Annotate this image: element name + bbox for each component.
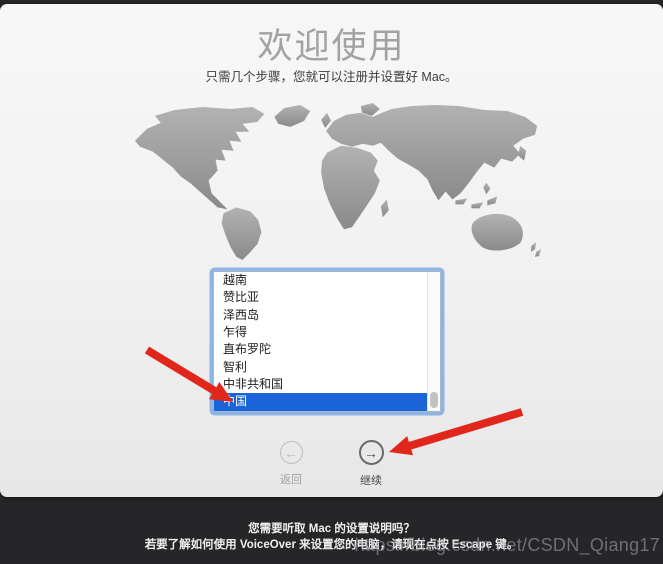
continue-arrow-glyph: → <box>364 445 378 461</box>
list-item-china-selected[interactable]: 中国 <box>214 393 427 410</box>
continue-arrow-icon: → <box>359 440 384 465</box>
page-subtitle: 只需几个步骤，您就可以注册并设置好 Mac。 <box>0 66 663 85</box>
back-button[interactable]: ← 返回 <box>267 441 315 487</box>
footer-line-2: 若要了解如何使用 VoiceOver 来设置您的电脑，请现在点按 Escape … <box>0 537 663 553</box>
voiceover-footer: 您需要听取 Mac 的设置说明吗？ 若要了解如何使用 VoiceOver 来设置… <box>0 521 663 553</box>
list-item-chile[interactable]: 智利 <box>214 359 427 376</box>
list-item-central-african-republic[interactable]: 中非共和国 <box>214 376 427 393</box>
world-map-image <box>131 101 549 262</box>
country-listbox[interactable]: 越南 赞比亚 泽西岛 乍得 直布罗陀 智利 中非共和国 中国 <box>213 271 441 412</box>
back-arrow-glyph: ← <box>284 445 298 461</box>
scrollbar-track[interactable] <box>427 272 440 411</box>
list-item-jersey[interactable]: 泽西岛 <box>214 307 427 324</box>
scrollbar-thumb[interactable] <box>430 392 438 408</box>
country-list-rows: 越南 赞比亚 泽西岛 乍得 直布罗陀 智利 中非共和国 中国 <box>214 272 427 411</box>
screen: 欢迎使用 只需几个步骤，您就可以注册并设置好 Mac。 <box>0 0 663 564</box>
list-item-zambia[interactable]: 赞比亚 <box>214 289 427 306</box>
list-item-vietnam[interactable]: 越南 <box>214 272 427 289</box>
back-button-label: 返回 <box>267 471 315 487</box>
continue-button[interactable]: → 继续 <box>347 440 395 488</box>
page-title: 欢迎使用 <box>0 18 663 69</box>
list-item-chad[interactable]: 乍得 <box>214 324 427 341</box>
continue-button-label: 继续 <box>347 472 395 488</box>
setup-assistant-window: 欢迎使用 只需几个步骤，您就可以注册并设置好 Mac。 <box>0 4 663 497</box>
footer-line-1: 您需要听取 Mac 的设置说明吗？ <box>0 521 663 537</box>
back-arrow-icon: ← <box>280 441 303 464</box>
list-item-gibraltar[interactable]: 直布罗陀 <box>214 341 427 358</box>
